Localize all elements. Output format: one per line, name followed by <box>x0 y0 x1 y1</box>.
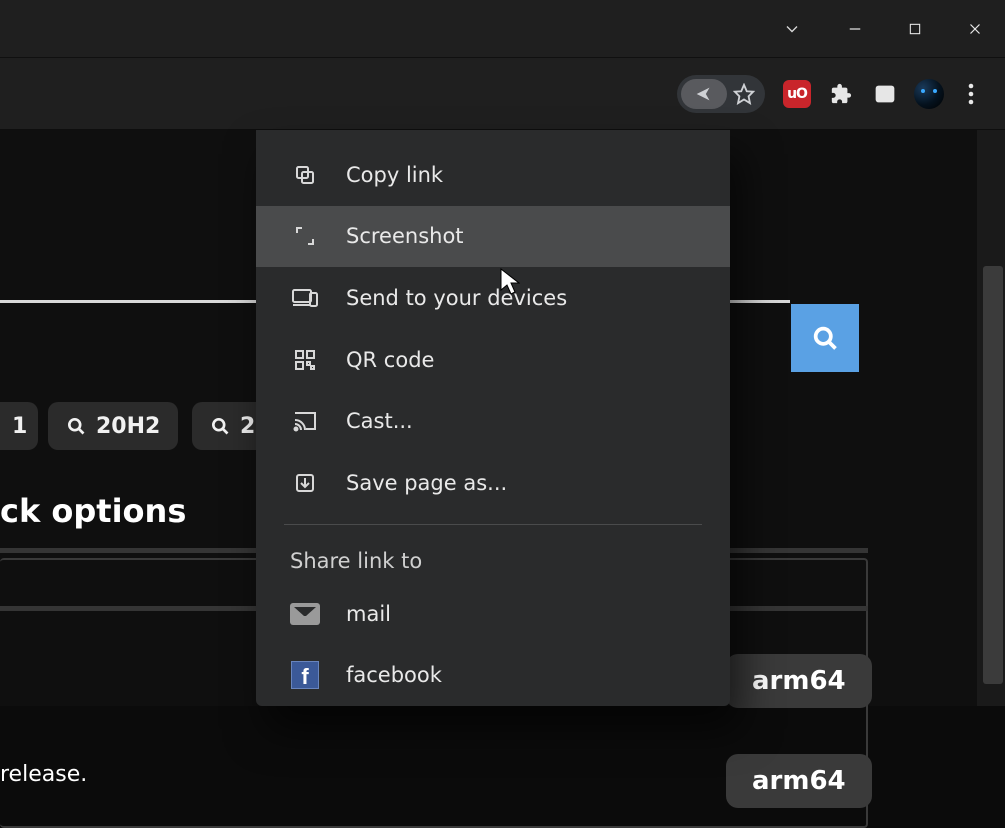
tag-pill[interactable]: 1 <box>0 402 38 450</box>
devices-icon <box>290 287 320 309</box>
qr-icon <box>290 348 320 372</box>
arch-chip[interactable]: arm64 <box>726 754 872 808</box>
menu-item-label: Save page as... <box>346 471 507 495</box>
share-button[interactable] <box>681 79 727 109</box>
release-text: release. <box>0 762 87 787</box>
menu-item-label: QR code <box>346 348 434 372</box>
menu-item-label: Copy link <box>346 163 443 187</box>
tag-label: 1 <box>12 414 27 439</box>
share-target-mail[interactable]: mail <box>256 583 730 645</box>
omnibox-actions <box>677 75 765 113</box>
bookmark-star-icon[interactable] <box>733 83 755 105</box>
titlebar <box>0 0 1005 58</box>
share-target-label: facebook <box>346 663 442 687</box>
section-heading: ck options <box>0 492 186 530</box>
arch-chip[interactable]: arm64 <box>726 654 872 708</box>
share-menu-cast[interactable]: Cast... <box>256 391 730 453</box>
share-target-facebook[interactable]: f facebook <box>256 644 730 706</box>
menu-item-label: Cast... <box>346 409 413 433</box>
menu-item-label: Screenshot <box>346 224 464 248</box>
menu-item-label: Send to your devices <box>346 286 567 310</box>
minimize-button[interactable] <box>825 0 885 58</box>
share-menu-screenshot[interactable]: Screenshot <box>256 206 730 268</box>
mail-icon <box>290 603 320 625</box>
share-link-header: Share link to <box>256 539 730 583</box>
share-menu-copy-link[interactable]: Copy link <box>256 144 730 206</box>
facebook-icon: f <box>290 661 320 689</box>
scrollbar-track[interactable] <box>977 130 1005 706</box>
tag-label: 2 <box>240 414 255 439</box>
tag-label: 20H2 <box>96 414 160 439</box>
extensions-puzzle-icon[interactable] <box>823 76 859 112</box>
share-menu-save-page[interactable]: Save page as... <box>256 452 730 514</box>
side-panel-icon[interactable] <box>867 76 903 112</box>
cast-icon <box>290 410 320 432</box>
maximize-button[interactable] <box>885 0 945 58</box>
arch-label: arm64 <box>752 666 846 696</box>
copy-icon <box>290 163 320 187</box>
close-window-button[interactable] <box>945 0 1005 58</box>
scrollbar-thumb[interactable] <box>983 266 1003 684</box>
menu-separator <box>284 524 702 525</box>
share-target-label: mail <box>346 602 391 626</box>
crop-corners-icon <box>290 224 320 248</box>
search-button[interactable] <box>791 304 859 372</box>
arch-label: arm64 <box>752 766 846 796</box>
tab-search-button[interactable] <box>769 0 815 58</box>
kebab-menu-button[interactable] <box>955 83 987 105</box>
tag-pill[interactable]: 20H2 <box>48 402 178 450</box>
share-menu-send-devices[interactable]: Send to your devices <box>256 267 730 329</box>
browser-window: uO 1 20H2 <box>0 0 1005 706</box>
share-menu-qr-code[interactable]: QR code <box>256 329 730 391</box>
ublock-label: uO <box>787 86 807 102</box>
share-menu-popup: Copy link Screenshot Send to your device… <box>256 130 730 706</box>
download-icon <box>290 471 320 495</box>
ublock-extension-icon[interactable]: uO <box>779 76 815 112</box>
profile-avatar[interactable] <box>911 76 947 112</box>
toolbar: uO <box>0 58 1005 130</box>
avatar <box>914 79 944 109</box>
